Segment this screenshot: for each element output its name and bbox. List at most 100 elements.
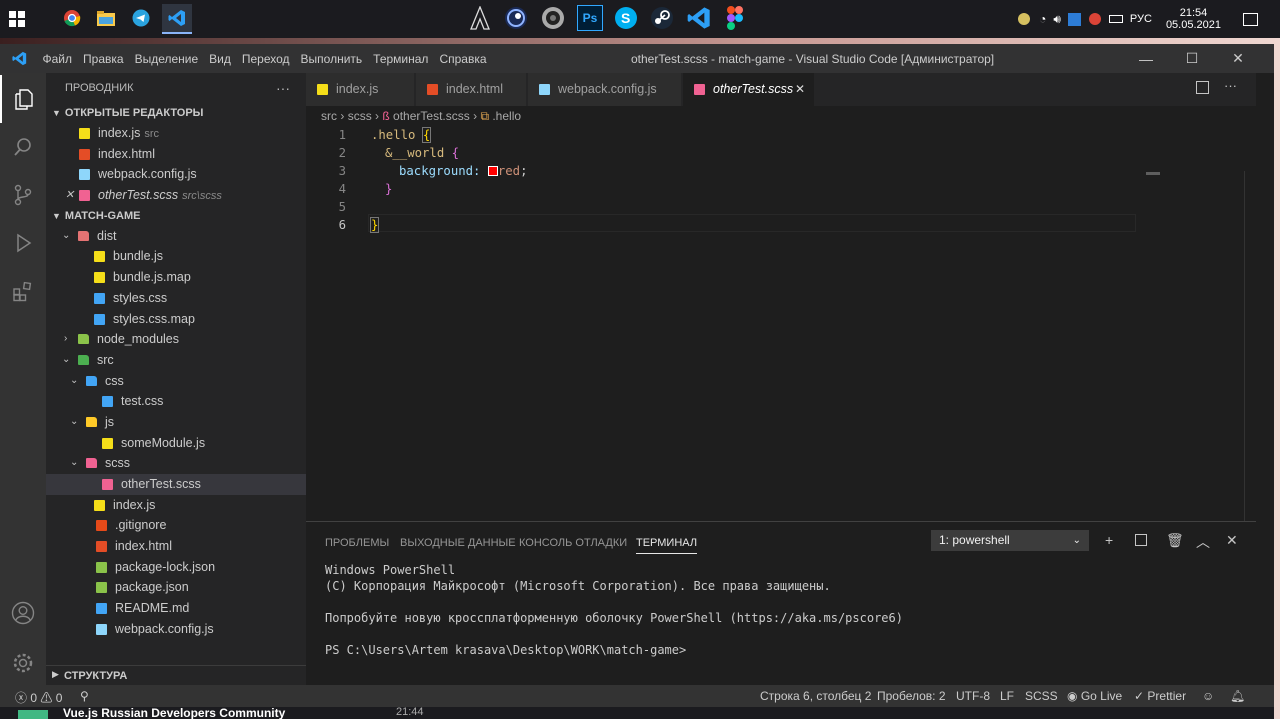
live-share-icon[interactable]: ⚲ (80, 689, 89, 703)
figma-icon[interactable] (722, 5, 748, 31)
tree-file[interactable]: README.md (46, 598, 306, 619)
new-terminal-icon[interactable]: + (1105, 532, 1113, 548)
maximize-button[interactable]: ☐ (1169, 44, 1215, 73)
terminal-select[interactable]: 1: powershell ⌄ (931, 530, 1089, 551)
open-editor-item[interactable]: index.html (46, 144, 306, 165)
chrome-icon[interactable] (59, 5, 85, 31)
tree-folder[interactable]: ⌄ scss (46, 453, 306, 474)
tree-file[interactable]: otherTest.scss (46, 474, 306, 495)
tree-folder[interactable]: ⌄ css (46, 371, 306, 392)
cinema4d-icon[interactable] (503, 5, 529, 31)
breadcrumb-src[interactable]: src (321, 109, 337, 123)
menu-view[interactable]: Вид (204, 52, 237, 66)
tab-terminal[interactable]: ТЕРМИНАЛ (636, 537, 698, 554)
battery-icon[interactable] (1108, 15, 1123, 23)
tray-chrome-icon[interactable] (1088, 13, 1101, 25)
tree-file[interactable]: webpack.config.js (46, 619, 306, 640)
minimap[interactable] (1144, 171, 1254, 521)
tree-file[interactable]: package.json (46, 577, 306, 598)
encoding[interactable]: UTF-8 (956, 689, 990, 703)
close-tab-icon[interactable]: ✕ (795, 73, 805, 106)
feedback-icon[interactable]: ☺ (1202, 689, 1214, 703)
editor-scrollbar[interactable] (1244, 171, 1256, 521)
accounts-icon[interactable] (0, 589, 46, 637)
wifi-icon[interactable]: ◔ (1039, 12, 1046, 26)
terminal-prompt[interactable]: PS C:\Users\Artem krasava\Desktop\WORK\m… (325, 643, 686, 657)
open-editor-item[interactable]: ✕ otherTest.scss src\scss (46, 185, 306, 206)
close-panel-icon[interactable]: ✕ (1226, 532, 1238, 549)
close-icon[interactable]: ✕ (65, 185, 74, 206)
problems-status[interactable]: ⓧ 0 ⚠ 0 (15, 689, 62, 706)
clock[interactable]: 21:54 05.05.2021 (1166, 7, 1221, 31)
tree-file[interactable]: someModule.js (46, 433, 306, 454)
tab-webpack-config-js[interactable]: webpack.config.js (528, 73, 682, 106)
tray-blue-icon[interactable] (1067, 12, 1081, 26)
tree-file[interactable]: bundle.js (46, 246, 306, 267)
tab-output[interactable]: ВЫХОДНЫЕ ДАННЫЕ (400, 537, 516, 549)
menu-help[interactable]: Справка (434, 52, 492, 66)
tree-file[interactable]: bundle.js.map (46, 267, 306, 288)
menu-terminal[interactable]: Терминал (368, 52, 434, 66)
volume-icon[interactable]: 🔊︎ (1053, 12, 1061, 27)
vscode-taskbar-icon[interactable] (162, 4, 192, 34)
menu-go[interactable]: Переход (236, 52, 295, 66)
tree-file[interactable]: styles.css.map (46, 309, 306, 330)
telegram-icon[interactable] (128, 5, 154, 31)
open-editor-item[interactable]: index.js src (46, 123, 306, 144)
steam-icon[interactable] (649, 5, 675, 31)
tray-app-icon[interactable] (1018, 13, 1031, 25)
language-indicator[interactable]: РУС (1130, 13, 1152, 25)
tree-folder[interactable]: › node_modules (46, 329, 306, 350)
tab-index-html[interactable]: index.html (416, 73, 527, 106)
tab-problems[interactable]: ПРОБЛЕМЫ (325, 537, 389, 549)
settings-gear-icon[interactable] (0, 639, 46, 687)
breadcrumb-file[interactable]: otherTest.scss (393, 109, 470, 123)
windows-start-icon[interactable] (9, 11, 25, 27)
minimize-button[interactable]: — (1123, 44, 1169, 73)
tab-debug-console[interactable]: КОНСОЛЬ ОТЛАДКИ (519, 537, 627, 549)
cursor-position[interactable]: Строка 6, столбец 2 (760, 689, 871, 703)
tree-file[interactable]: index.html (46, 536, 306, 557)
language-mode[interactable]: SCSS (1025, 689, 1058, 703)
run-debug-icon[interactable] (0, 219, 46, 267)
split-terminal-icon[interactable] (1135, 534, 1147, 546)
tree-folder[interactable]: ⌄ src (46, 350, 306, 371)
extensions-icon[interactable] (0, 267, 46, 315)
outline-section[interactable]: ▶ СТРУКТУРА (46, 665, 306, 685)
open-editor-item[interactable]: webpack.config.js (46, 164, 306, 185)
indentation[interactable]: Пробелов: 2 (877, 689, 946, 703)
menu-file[interactable]: Файл (37, 52, 78, 66)
split-editor-icon[interactable] (1196, 81, 1209, 94)
prettier-button[interactable]: ✓ Prettier (1134, 689, 1186, 703)
file-explorer-icon[interactable] (93, 5, 119, 31)
kill-terminal-trash-icon[interactable]: 🗑︎ (1166, 532, 1184, 549)
go-live-button[interactable]: ◉ Go Live (1067, 689, 1122, 703)
tree-file[interactable]: test.css (46, 391, 306, 412)
breadcrumb-scss[interactable]: scss (348, 109, 372, 123)
notifications-bell-icon[interactable]: 🔔︎ (1230, 689, 1245, 703)
tree-file[interactable]: package-lock.json (46, 557, 306, 578)
tree-file[interactable]: index.js (46, 495, 306, 516)
more-actions-icon[interactable]: ··· (276, 73, 290, 103)
menu-edit[interactable]: Правка (78, 52, 130, 66)
menu-run[interactable]: Выполнить (295, 52, 368, 66)
maximize-panel-chevron-up-icon[interactable]: ︿ (1196, 532, 1210, 552)
line-ending[interactable]: LF (1000, 689, 1014, 703)
skype-icon[interactable]: S (613, 5, 639, 31)
search-icon[interactable] (0, 123, 46, 171)
open-editors-section[interactable]: ▼ ОТКРЫТЫЕ РЕДАКТОРЫ (46, 103, 306, 123)
explorer-icon[interactable] (0, 75, 46, 123)
project-section[interactable]: ▼ MATCH-GAME (46, 206, 306, 226)
tree-file[interactable]: styles.css (46, 288, 306, 309)
close-window-button[interactable]: ✕ (1215, 44, 1261, 73)
menu-selection[interactable]: Выделение (129, 52, 204, 66)
tree-folder[interactable]: ⌄ dist (46, 226, 306, 247)
source-control-icon[interactable] (0, 171, 46, 219)
vscode-pinned-icon[interactable] (686, 5, 712, 31)
photoshop-icon[interactable]: Ps (577, 5, 603, 31)
assassins-creed-icon[interactable] (467, 5, 493, 31)
tab-index-js[interactable]: index.js (306, 73, 415, 106)
notifications-icon[interactable] (1243, 12, 1258, 26)
more-actions-editor-icon[interactable]: ··· (1224, 78, 1237, 93)
tree-folder[interactable]: ⌄ js (46, 412, 306, 433)
